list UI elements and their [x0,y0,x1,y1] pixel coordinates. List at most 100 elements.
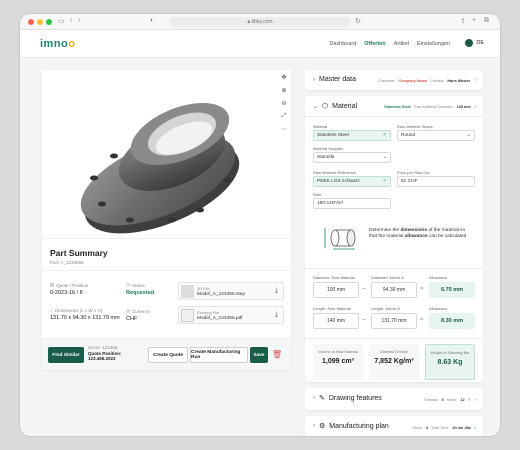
check-circle-icon: ✓ [473,105,477,109]
flange-3d-model[interactable] [42,70,291,238]
cube-icon: ⬡ [322,103,329,110]
find-similar-button[interactable]: Find Similar [48,347,84,363]
address-bar[interactable]: 🔒︎ tibby.com [170,17,350,27]
drawing-file-thumbnail [181,309,194,322]
master-data-section[interactable]: › Master data Customer: Company Name Cont… [305,70,483,90]
density-stat: Material Density 7,852 Kg/m³ [369,344,419,380]
url-text: tibby.com [251,19,273,25]
raw-diameter-input[interactable]: 100 mm [313,282,359,298]
material-title: Material [332,102,358,110]
forward-icon[interactable]: › [78,17,80,24]
currency-icon: ◎ [126,308,130,313]
more-options-icon[interactable]: ⋯ [281,126,287,133]
nav-artikel[interactable]: Artikel [394,41,409,47]
equals-sign: = [420,317,424,323]
raw-length-input[interactable]: 140 mm [313,313,359,329]
minimize-window-button[interactable] [37,19,43,25]
cylinder-dimensions-icon [324,228,356,250]
sidebar-toggle-icon[interactable]: ▭ [58,17,65,25]
delete-icon[interactable]: 🗑︎ [272,350,282,359]
download-icon[interactable]: ⤓ [275,287,278,295]
status-badge: Requested [126,290,155,296]
create-manufacturing-run-button[interactable]: Create Manufacturing Run [190,347,248,363]
browser-window: ▭ ‹ › ◐ 🔒︎ tibby.com ↻ ⇪ + ⧉ imnoo Dashb… [20,14,500,436]
check-circle-icon: ✓ [473,426,477,430]
chevron-down-icon[interactable]: ⌄ [313,103,318,110]
quote-info: Score: 123456 Quote Position: 123.456.20… [88,345,122,361]
length-allowance: 8.30 mm [429,313,475,329]
maximize-window-button[interactable] [46,19,52,25]
user-menu[interactable]: DE [465,39,484,47]
browser-chrome: ▭ ‹ › ◐ 🔒︎ tibby.com ↻ ⇪ + ⧉ [20,14,500,30]
material-meta: Stainless Steel Raw Material Diameter: 10… [384,104,477,110]
article-length-input[interactable]: 131.70 mm [371,313,417,329]
master-data-meta: Customer: Company Name Contact: Hans Muste… [378,78,477,83]
check-circle-icon: ✓ [473,398,477,402]
document-icon: ▤ [50,282,55,287]
lock-icon: 🔒︎ [247,19,251,25]
volume-stat: Volume of Raw Material 1,099 cm³ [313,344,363,380]
drawing-features-meta: Threads: 5 Holes: 12 ✎ ✓ [423,397,477,403]
article-diameter-input[interactable]: 94.30 mm [371,282,417,298]
part-summary-title: Part Summary [50,248,108,258]
save-button[interactable]: Save [250,347,268,363]
nav-einstellungen[interactable]: Einstellungen [417,41,450,47]
dimension-hint-text: Determine the dimensions of the material… [369,228,467,239]
download-icon[interactable]: ⤓ [275,311,278,319]
quote-position-field: ▤ Quote / Position 0-2023-16 / 8 [50,282,89,296]
manufacturing-plan-title: Manufacturing plan [329,422,389,430]
zoom-out-icon[interactable]: ⊖ [281,100,286,107]
warning-icon: ⓘ [473,78,477,82]
material-input[interactable]: Stainless Steel ✓ [313,130,391,141]
dimensions-field: ⟋ Dimensions (L x W x H) 131.70 x 94.30 x… [50,308,120,321]
chevron-down-icon: ⌄ [466,132,471,138]
reference-input[interactable]: PEEK LGS schwarz ✓ [313,176,391,187]
shield-icon: ◐ [150,17,155,24]
edit-icon[interactable]: ✎ [468,397,471,402]
create-quote-button[interactable]: Create Quote [148,347,188,363]
equals-sign: = [420,286,424,292]
back-icon[interactable]: ‹ [70,17,72,24]
action-bar: Find Similar Score: 123456 Quote Positio… [42,338,291,370]
share-icon[interactable]: ⇪ [460,17,466,25]
manufacturing-plan-section[interactable]: › ⚙ Manufacturing plan Steps: 3 Total Tim… [305,416,483,436]
shape-select[interactable]: Round ⌄ [397,130,475,141]
3d-file-item[interactable]: 3D File Model_A_123456.step ⤓ [178,282,284,300]
close-window-button[interactable] [28,19,34,25]
chevron-right-icon[interactable]: › [313,423,315,429]
drawing-features-title: Drawing features [328,394,382,402]
minus-sign: – [362,286,366,292]
manufacturing-plan-meta: Steps: 3 Total Time: 2h 4m 48s ✓ [412,425,477,431]
material-section: ⌄ ⬡ Material Stainless Steel Raw Materia… [305,96,483,382]
viewer-toolbar: ✥ ⊕ ⊖ ⤢ ⋯ [281,74,287,133]
nav-offerten[interactable]: Offerten [364,41,385,47]
user-avatar-icon [465,39,474,47]
minus-sign: – [362,317,366,323]
status-field: ◷ Status Requested [126,282,155,296]
price-input[interactable]: 81 CHF [397,176,475,187]
chevron-down-icon: ⌄ [382,154,387,160]
logo[interactable]: imnoo [40,38,76,50]
drawing-file-item[interactable]: Drawing File Model_A_123456.pdf ⤓ [178,306,284,324]
supplier-select[interactable]: Stamsfe ⌄ [313,152,391,163]
reload-icon[interactable]: ↻ [355,17,361,25]
weight-stat: Weight of Standing Bar 8.63 Kg [425,344,475,380]
move-icon[interactable]: ✥ [281,74,286,81]
tabs-overview-icon[interactable]: ⧉ [484,17,489,25]
nav-dashboard[interactable]: Dashboard [329,41,356,47]
chevron-right-icon[interactable]: › [313,395,315,401]
new-tab-icon[interactable]: + [472,17,476,24]
gear-icon: ⚙ [319,423,326,430]
clock-icon: ◷ [126,282,130,287]
language-label: DE [476,40,484,46]
part-summary-card: ✥ ⊕ ⊖ ⤢ ⋯ Part Summary Part: A_1234569 ▤… [42,70,291,370]
rate-input[interactable]: 150 CHF/m³ [313,198,391,209]
zoom-in-icon[interactable]: ⊕ [281,87,286,94]
currency-field: ◎ Currency CHF [126,308,151,322]
3d-model-viewer[interactable]: ✥ ⊕ ⊖ ⤢ ⋯ [42,70,291,238]
chevron-right-icon[interactable]: › [313,77,315,83]
top-navigation: imnoo Dashboard Offerten Artikel Einstel… [20,30,500,58]
drawing-features-section[interactable]: › ✎ Drawing features Threads: 5 Holes: 12 … [305,388,483,410]
fullscreen-icon[interactable]: ⤢ [282,113,287,120]
diameter-allowance: 6.70 mm [429,282,475,298]
